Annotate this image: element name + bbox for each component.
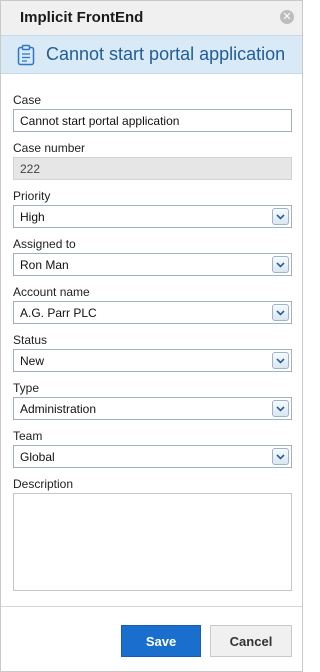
account-name-value: A.G. Parr PLC (20, 306, 97, 320)
clipboard-icon (17, 44, 35, 66)
app-title: Implicit FrontEnd (20, 9, 144, 26)
assigned-to-select[interactable]: Ron Man (13, 253, 292, 276)
assigned-to-label: Assigned to (13, 237, 76, 251)
save-button[interactable]: Save (121, 625, 201, 657)
team-value: Global (20, 450, 55, 464)
description-label: Description (13, 477, 74, 491)
app-window: Implicit FrontEnd ✕ Cannot start portal … (0, 0, 303, 672)
priority-value: High (20, 210, 45, 224)
type-label: Type (13, 381, 40, 395)
status-select[interactable]: New (13, 349, 292, 372)
footer-divider (1, 606, 302, 607)
chevron-down-icon[interactable] (272, 448, 289, 465)
cancel-button[interactable]: Cancel (210, 625, 292, 657)
account-name-select[interactable]: A.G. Parr PLC (13, 301, 292, 324)
priority-select[interactable]: High (13, 205, 292, 228)
account-name-label: Account name (13, 285, 90, 299)
chevron-down-icon[interactable] (272, 352, 289, 369)
record-header: Cannot start portal application (1, 35, 302, 74)
title-bar: Implicit FrontEnd ✕ (1, 1, 302, 35)
team-select[interactable]: Global (13, 445, 292, 468)
team-label: Team (13, 429, 43, 443)
record-title: Cannot start portal application (46, 44, 286, 64)
close-icon[interactable]: ✕ (280, 10, 294, 24)
case-number-label: Case number (13, 141, 86, 155)
chevron-down-icon[interactable] (272, 256, 289, 273)
chevron-down-icon[interactable] (272, 304, 289, 321)
case-label: Case (13, 93, 42, 107)
case-input[interactable]: Cannot start portal application (13, 109, 292, 132)
status-label: Status (13, 333, 48, 347)
chevron-down-icon[interactable] (272, 208, 289, 225)
status-value: New (20, 354, 45, 368)
priority-label: Priority (13, 189, 51, 203)
case-number-field: 222 (13, 157, 292, 180)
chevron-down-icon[interactable] (272, 400, 289, 417)
description-textarea[interactable] (13, 493, 292, 591)
assigned-to-value: Ron Man (20, 258, 69, 272)
type-value: Administration (20, 402, 97, 416)
type-select[interactable]: Administration (13, 397, 292, 420)
